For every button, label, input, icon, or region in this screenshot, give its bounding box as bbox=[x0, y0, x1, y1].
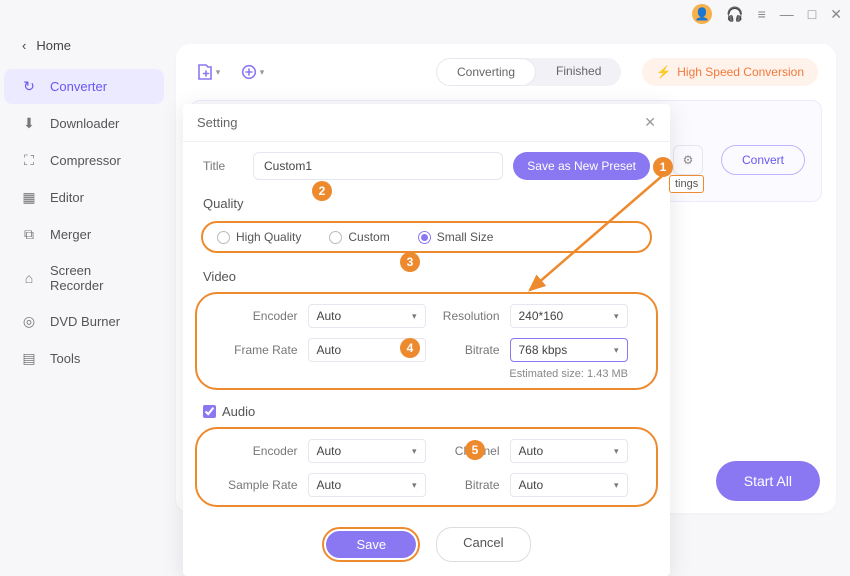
chevron-down-icon: ▾ bbox=[614, 480, 619, 491]
start-all-button[interactable]: Start All bbox=[716, 461, 820, 501]
converter-icon: ↻ bbox=[20, 78, 38, 95]
radio-icon bbox=[329, 231, 342, 244]
sidebar-item-label: Tools bbox=[50, 351, 80, 366]
sidebar-item-label: Converter bbox=[50, 79, 107, 94]
home-link[interactable]: ‹ Home bbox=[4, 28, 164, 69]
annotation-tooltip: tings bbox=[669, 175, 704, 193]
audio-samplerate-select[interactable]: Auto▾ bbox=[308, 473, 426, 497]
title-input[interactable]: Custom1 bbox=[253, 152, 503, 180]
audio-encoder-select[interactable]: Auto▾ bbox=[308, 439, 426, 463]
radio-custom[interactable]: Custom bbox=[329, 230, 389, 244]
editor-icon: ▦ bbox=[20, 189, 38, 206]
tab-switch: Converting Finished bbox=[436, 58, 621, 86]
chevron-down-icon: ▾ bbox=[260, 67, 265, 78]
back-icon: ‹ bbox=[22, 38, 26, 53]
quality-radio-group: High Quality Custom Small Size bbox=[201, 221, 652, 253]
gear-icon: ⚙ bbox=[683, 153, 694, 167]
encoder-label: Encoder bbox=[226, 309, 298, 323]
bitrate-label: Bitrate bbox=[436, 343, 500, 357]
frame-rate-label: Frame Rate bbox=[226, 343, 298, 357]
close-button[interactable]: ✕ bbox=[830, 6, 842, 23]
audio-bitrate-select[interactable]: Auto▾ bbox=[510, 473, 628, 497]
video-encoder-select[interactable]: Auto▾ bbox=[308, 304, 426, 328]
cancel-button[interactable]: Cancel bbox=[436, 527, 530, 562]
sidebar-item-screen-recorder[interactable]: ⌂ Screen Recorder bbox=[4, 254, 164, 302]
add-file-button[interactable]: ▾ bbox=[194, 60, 222, 84]
annotation-step-4: 4 bbox=[400, 338, 420, 358]
chevron-down-icon: ▾ bbox=[614, 311, 619, 322]
chevron-down-icon: ▾ bbox=[412, 311, 417, 322]
downloader-icon: ⬇ bbox=[20, 115, 38, 132]
sidebar-item-label: Editor bbox=[50, 190, 84, 205]
compressor-icon: ⛶ bbox=[20, 152, 38, 169]
tab-converting[interactable]: Converting bbox=[436, 58, 536, 86]
chevron-down-icon: ▾ bbox=[216, 67, 221, 78]
video-settings-group: Encoder Auto▾ Resolution 240*160▾ Frame … bbox=[195, 292, 658, 390]
close-icon[interactable]: ✕ bbox=[644, 114, 656, 131]
sample-rate-label: Sample Rate bbox=[226, 478, 298, 492]
save-button-highlight: Save bbox=[322, 527, 420, 562]
menu-icon[interactable]: ≡ bbox=[758, 6, 766, 22]
sidebar-item-tools[interactable]: ▤ Tools bbox=[4, 341, 164, 376]
sidebar-item-compressor[interactable]: ⛶ Compressor bbox=[4, 143, 164, 178]
save-preset-button[interactable]: Save as New Preset bbox=[513, 152, 650, 180]
video-bitrate-select[interactable]: 768 kbps▾ bbox=[510, 338, 628, 362]
sidebar-item-converter[interactable]: ↻ Converter bbox=[4, 69, 164, 104]
sidebar-item-merger[interactable]: ⧉ Merger bbox=[4, 217, 164, 252]
chevron-down-icon: ▾ bbox=[412, 480, 417, 491]
radio-icon bbox=[217, 231, 230, 244]
tools-icon: ▤ bbox=[20, 350, 38, 367]
radio-icon bbox=[418, 231, 431, 244]
annotation-step-3: 3 bbox=[400, 252, 420, 272]
annotation-step-5: 5 bbox=[465, 440, 485, 460]
bitrate-label: Bitrate bbox=[436, 478, 500, 492]
chevron-down-icon: ▾ bbox=[614, 345, 619, 356]
settings-dialog: Setting ✕ Title Custom1 Save as New Pres… bbox=[183, 104, 670, 576]
title-label: Title bbox=[203, 159, 243, 173]
avatar[interactable]: 👤 bbox=[692, 4, 712, 24]
high-speed-badge[interactable]: ⚡High Speed Conversion bbox=[642, 58, 818, 86]
dvd-burner-icon: ◎ bbox=[20, 313, 38, 330]
support-icon[interactable]: 🎧 bbox=[726, 6, 743, 23]
audio-section-title: Audio bbox=[183, 398, 670, 423]
annotation-step-1: 1 bbox=[653, 157, 673, 177]
home-label: Home bbox=[36, 38, 71, 53]
quality-section-title: Quality bbox=[183, 190, 670, 215]
sidebar-item-editor[interactable]: ▦ Editor bbox=[4, 180, 164, 215]
sidebar-item-label: Merger bbox=[50, 227, 91, 242]
sidebar-item-label: Downloader bbox=[50, 116, 119, 131]
screen-recorder-icon: ⌂ bbox=[20, 270, 38, 286]
audio-checkbox[interactable] bbox=[203, 405, 216, 418]
sidebar-item-label: DVD Burner bbox=[50, 314, 120, 329]
estimated-size: Estimated size: 1.43 MB bbox=[207, 362, 646, 380]
dialog-title: Setting bbox=[197, 115, 237, 130]
encoder-label: Encoder bbox=[226, 444, 298, 458]
sidebar-item-dvd-burner[interactable]: ◎ DVD Burner bbox=[4, 304, 164, 339]
tab-finished[interactable]: Finished bbox=[536, 58, 621, 86]
sidebar-item-label: Screen Recorder bbox=[50, 263, 148, 293]
radio-small-size[interactable]: Small Size bbox=[418, 230, 494, 244]
minimize-button[interactable]: — bbox=[780, 6, 794, 22]
video-resolution-select[interactable]: 240*160▾ bbox=[510, 304, 628, 328]
bolt-icon: ⚡ bbox=[656, 65, 671, 79]
video-section-title: Video bbox=[183, 263, 670, 288]
maximize-button[interactable]: □ bbox=[808, 6, 816, 22]
resolution-label: Resolution bbox=[436, 309, 500, 323]
audio-channel-select[interactable]: Auto▾ bbox=[510, 439, 628, 463]
chevron-down-icon: ▾ bbox=[614, 446, 619, 457]
add-folder-button[interactable]: ▾ bbox=[238, 60, 266, 84]
audio-settings-group: Encoder Auto▾ Channel Auto▾ Sample Rate … bbox=[195, 427, 658, 507]
radio-high-quality[interactable]: High Quality bbox=[217, 230, 301, 244]
merger-icon: ⧉ bbox=[20, 226, 38, 243]
sidebar-item-downloader[interactable]: ⬇ Downloader bbox=[4, 106, 164, 141]
annotation-step-2: 2 bbox=[312, 181, 332, 201]
chevron-down-icon: ▾ bbox=[412, 446, 417, 457]
save-button[interactable]: Save bbox=[326, 531, 416, 558]
sidebar-item-label: Compressor bbox=[50, 153, 121, 168]
settings-button[interactable]: ⚙ bbox=[673, 145, 703, 175]
convert-button[interactable]: Convert bbox=[721, 145, 805, 175]
